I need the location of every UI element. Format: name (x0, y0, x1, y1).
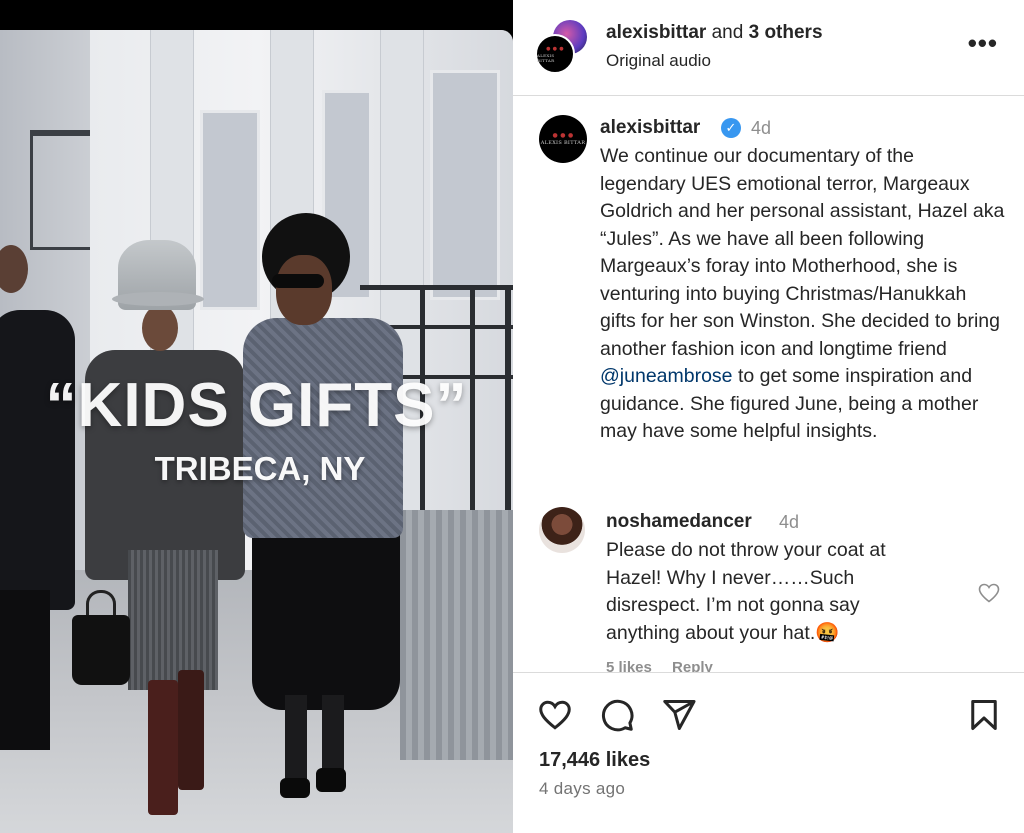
caption-text: We continue our documentary of the legen… (600, 145, 1005, 442)
comment-timestamp[interactable]: 4d (779, 512, 799, 533)
video-overlay-title: “KIDS GIFTS” (45, 371, 468, 440)
bookmark-icon[interactable] (966, 697, 1002, 733)
person-right-leg (285, 695, 307, 790)
person-left-body (0, 310, 75, 610)
handbag (72, 615, 130, 685)
brand-logo: ● ● ● ALEXIS BITTAR (540, 132, 586, 146)
person-right-shoe (280, 778, 310, 798)
person-right-head (276, 255, 332, 325)
comment-reply-button[interactable]: Reply (672, 659, 713, 672)
video-frame[interactable]: “KIDS GIFTS” TRIBECA, NY (0, 30, 513, 833)
post-actions: 17,446 likes 4 days ago (513, 672, 1024, 833)
comment-username[interactable]: noshamedancer (606, 511, 752, 533)
comment-heart-icon[interactable] (977, 581, 1001, 605)
comment-avatar[interactable] (539, 507, 585, 553)
cowboy-hat-brim (112, 292, 204, 306)
verified-badge-icon: ✓ (721, 118, 741, 138)
caption-timestamp[interactable]: 4d (751, 118, 771, 139)
collab-avatars[interactable]: ● ● ● ALEXIS BITTAR (535, 20, 589, 74)
video-overlay-location: TRIBECA, NY (154, 450, 366, 487)
header-username[interactable]: alexisbittar (606, 22, 706, 43)
reel-media[interactable]: “KIDS GIFTS” TRIBECA, NY (0, 0, 513, 833)
author-avatar[interactable]: ● ● ● ALEXIS BITTAR (535, 34, 575, 74)
post-header: ● ● ● ALEXIS BITTAR alexisbittar and 3 o… (513, 0, 1024, 96)
caption-avatar[interactable]: ● ● ● ALEXIS BITTAR (539, 115, 587, 163)
header-authors: alexisbittar and 3 others (606, 22, 823, 44)
comments-scroll-area[interactable]: ● ● ● ALEXIS BITTAR alexisbittar ✓ 4d We… (513, 97, 1024, 672)
person-center-head (142, 305, 178, 351)
person-center-boot (178, 670, 204, 790)
audio-link[interactable]: Original audio (606, 51, 711, 71)
comment-bubble-icon[interactable] (599, 697, 635, 733)
header-connector: and (711, 22, 744, 43)
person-center-skirt (128, 550, 218, 690)
person-left-legs (0, 590, 50, 750)
metal-panel-wall (400, 510, 513, 760)
person-right-shoe (316, 768, 346, 792)
more-options-icon[interactable]: ••• (968, 30, 998, 56)
comment-likes[interactable]: 5 likes (606, 659, 652, 672)
comment-text: Please do not throw your coat at Hazel! … (606, 539, 886, 644)
brand-logo: ● ● ● ALEXIS BITTAR (537, 45, 564, 63)
caption-username[interactable]: alexisbittar (600, 117, 700, 139)
header-collab-others[interactable]: 3 others (749, 22, 823, 43)
comment-meta: 5 likes Reply (606, 659, 729, 672)
building-window (200, 110, 260, 310)
post-time-ago[interactable]: 4 days ago (539, 779, 625, 799)
person-center-boot (148, 680, 178, 815)
paper-plane-icon[interactable] (661, 697, 697, 733)
likes-count[interactable]: 17,446 likes (539, 749, 650, 772)
mention-link[interactable]: @juneambrose (600, 365, 733, 387)
building-window (430, 70, 500, 300)
sunglasses (272, 274, 324, 288)
post-sidebar: ● ● ● ALEXIS BITTAR alexisbittar and 3 o… (513, 0, 1024, 833)
heart-icon[interactable] (537, 697, 573, 733)
